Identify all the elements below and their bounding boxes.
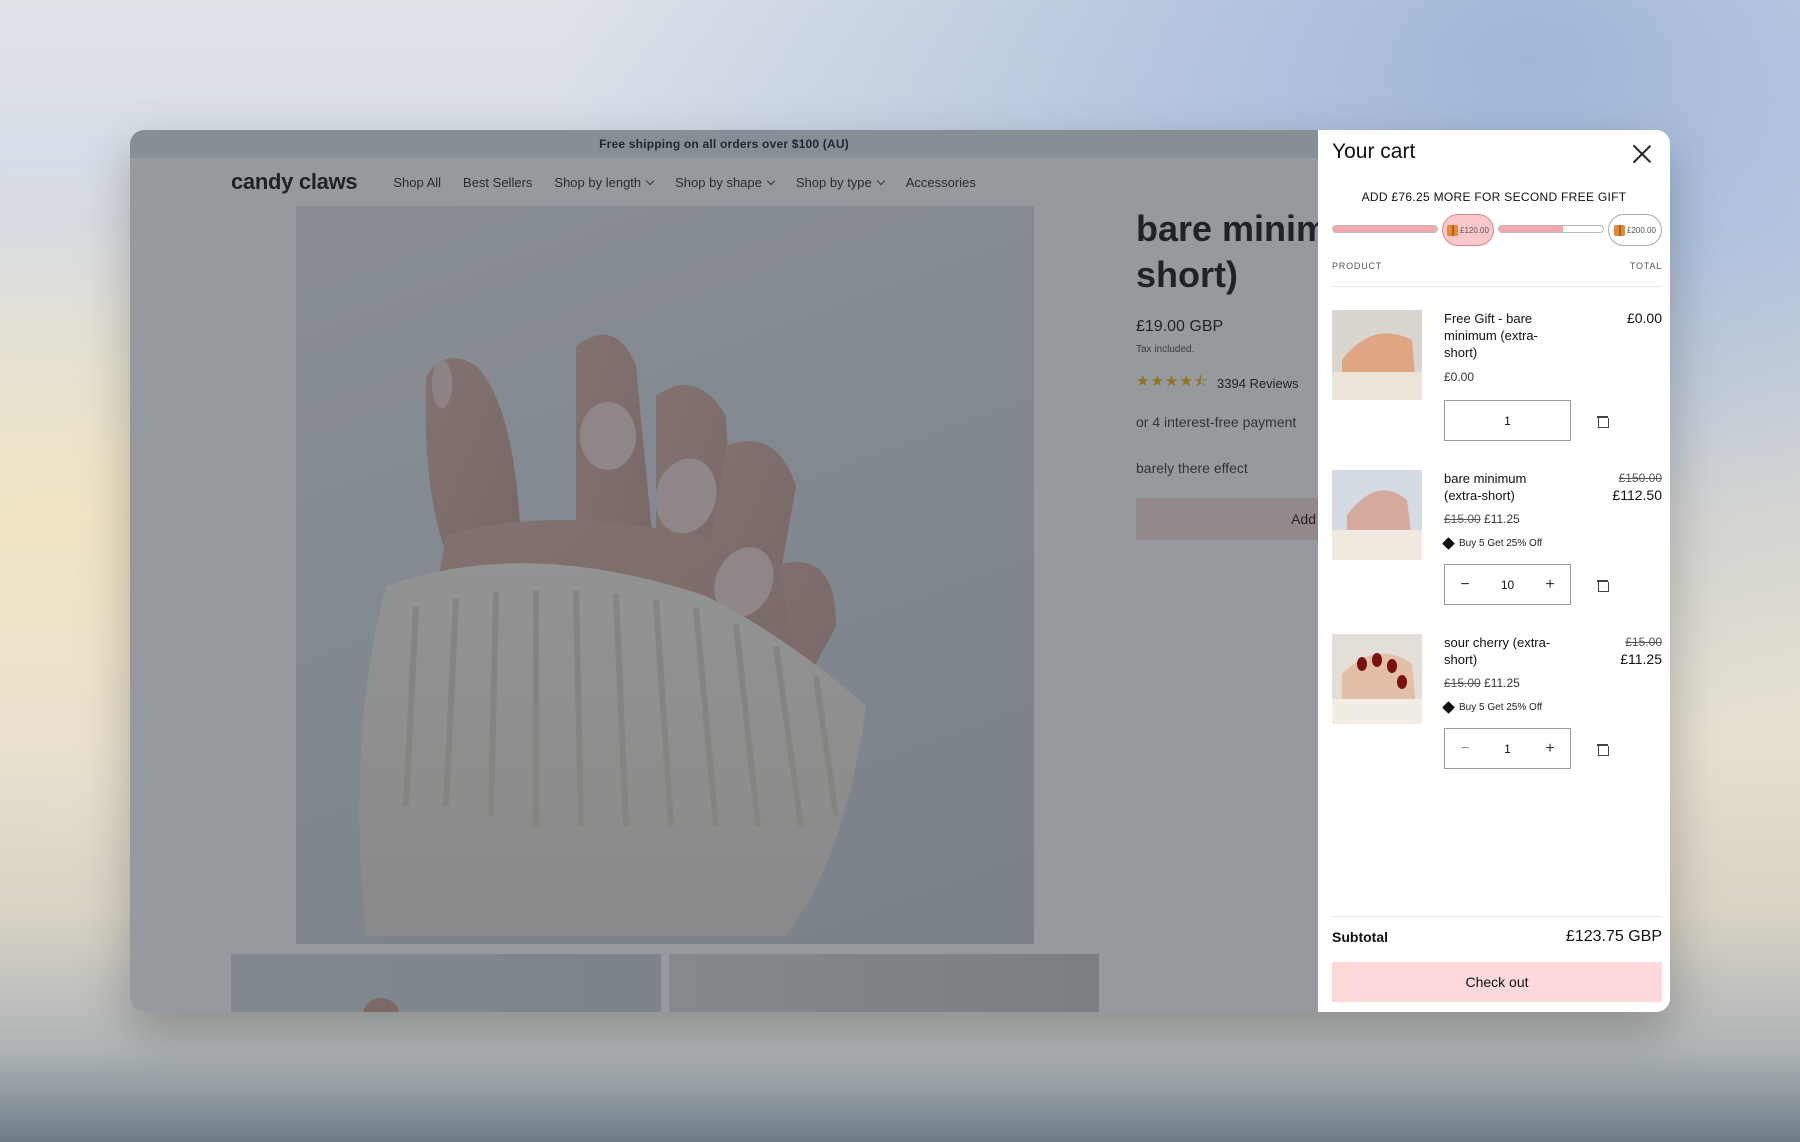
minus-icon[interactable]: − [1459, 740, 1471, 758]
item-photo [1332, 470, 1422, 560]
milestone-2: £200.00 [1608, 214, 1662, 246]
item-image[interactable] [1332, 470, 1422, 560]
item-image[interactable] [1332, 634, 1422, 724]
unit-original-price: £15.00 [1444, 676, 1481, 690]
trash-icon[interactable] [1597, 415, 1609, 428]
quantity-value[interactable]: 1 [1504, 414, 1511, 428]
browser-window: Free shipping on all orders over $100 (A… [130, 130, 1670, 1012]
progress-fill [1499, 226, 1564, 232]
unit-original-price: £15.00 [1444, 512, 1481, 526]
quantity-stepper: − 10 + [1444, 564, 1571, 605]
plus-icon[interactable]: + [1544, 576, 1556, 594]
minus-icon[interactable]: − [1459, 576, 1471, 594]
column-header-total: TOTAL [1629, 261, 1662, 271]
close-icon[interactable] [1630, 142, 1654, 166]
item-photo [1332, 634, 1422, 724]
trash-icon[interactable] [1597, 579, 1609, 592]
item-total-original: £15.00 [1625, 635, 1662, 649]
item-total: £0.00 [1627, 310, 1662, 327]
progress-fill [1333, 226, 1437, 232]
milestone-label: £120.00 [1460, 225, 1489, 235]
item-unit-price: £0.00 [1444, 370, 1474, 384]
item-image[interactable] [1332, 310, 1422, 400]
gift-progress-bar: £120.00 £200.00 [1332, 214, 1662, 246]
promo-label: Buy 5 Get 25% Off [1459, 538, 1543, 549]
promo-label: Buy 5 Get 25% Off [1459, 702, 1543, 713]
item-total-price: £112.50 [1612, 487, 1662, 503]
cart-item: sour cherry (extra-short) £15.00 £11.25 … [1332, 634, 1662, 774]
subtotal-value: £123.75 GBP [1565, 928, 1662, 945]
subtotal-row: Subtotal £123.75 GBP [1332, 928, 1662, 946]
subtotal-label: Subtotal [1332, 929, 1388, 945]
page-dim-overlay[interactable] [130, 130, 1318, 1012]
item-total: £15.00 £11.25 [1620, 634, 1662, 668]
item-name[interactable]: sour cherry (extra-short) [1444, 634, 1564, 668]
unit-price: £11.25 [1484, 512, 1520, 526]
trash-icon[interactable] [1597, 743, 1609, 756]
tag-icon [1442, 537, 1455, 550]
gift-icon [1614, 224, 1626, 236]
unit-price: £0.00 [1444, 370, 1475, 384]
tag-icon [1442, 701, 1455, 714]
item-unit-price: £15.00 £11.25 [1444, 512, 1520, 526]
item-total-original: £150.00 [1618, 471, 1662, 485]
item-unit-price: £15.00 £11.25 [1444, 676, 1520, 690]
item-photo [1332, 310, 1422, 400]
storefront: Free shipping on all orders over $100 (A… [130, 130, 1436, 1012]
quantity-value[interactable]: 1 [1504, 742, 1511, 756]
cart-item: Free Gift - bare minimum (extra-short) £… [1332, 310, 1662, 441]
cart-item: bare minimum (extra-short) £150.00 £112.… [1332, 470, 1662, 610]
checkout-button[interactable]: Check out [1332, 962, 1662, 1002]
gift-progress-message: ADD £76.25 MORE FOR SECOND FREE GIFT [1361, 190, 1627, 204]
item-name[interactable]: Free Gift - bare minimum (extra-short) [1444, 310, 1564, 361]
item-total-price: £11.25 [1620, 651, 1662, 667]
column-header-product: PRODUCT [1332, 261, 1383, 271]
quantity-stepper: − 1 + [1444, 728, 1571, 769]
unit-price: £11.25 [1484, 676, 1520, 690]
milestone-label: £200.00 [1627, 225, 1656, 235]
gift-icon [1447, 224, 1459, 236]
progress-segment-1 [1332, 225, 1438, 233]
cart-title: Your cart [1332, 140, 1416, 163]
milestone-1: £120.00 [1442, 214, 1494, 246]
promo-badge: Buy 5 Get 25% Off [1442, 701, 1543, 714]
divider [1332, 916, 1662, 917]
item-total-price: £0.00 [1626, 310, 1662, 326]
item-total: £150.00 £112.50 [1612, 470, 1662, 504]
promo-badge: Buy 5 Get 25% Off [1442, 537, 1543, 550]
progress-segment-2 [1498, 225, 1604, 233]
quantity-value[interactable]: 10 [1501, 578, 1514, 592]
divider [1332, 286, 1662, 287]
item-name[interactable]: bare minimum (extra-short) [1444, 470, 1564, 504]
cart-drawer: Your cart ADD £76.25 MORE FOR SECOND FRE… [1318, 130, 1670, 1012]
plus-icon[interactable]: + [1544, 740, 1556, 758]
quantity-stepper: 1 [1444, 400, 1571, 441]
